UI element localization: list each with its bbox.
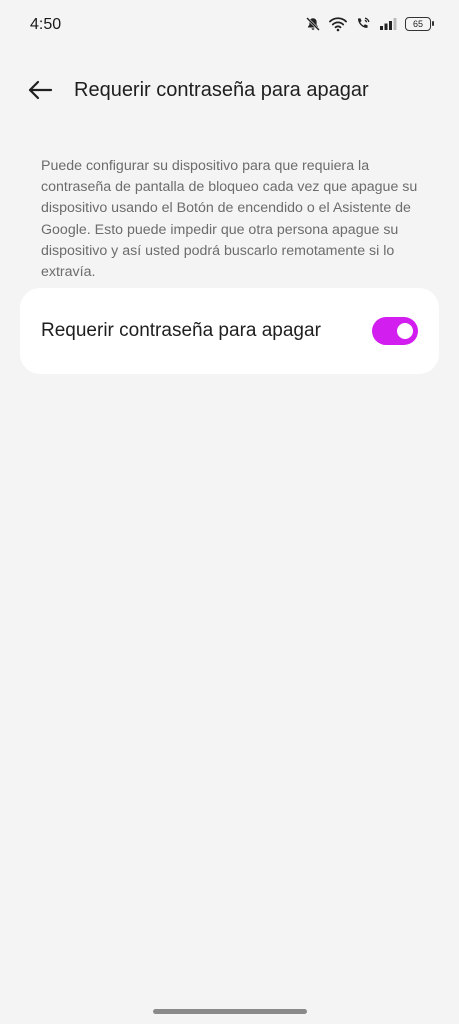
wifi-icon [329, 16, 347, 32]
back-button[interactable] [24, 76, 56, 104]
bell-off-icon [305, 16, 321, 32]
require-password-setting[interactable]: Requerir contraseña para apagar [20, 288, 439, 374]
page-title: Requerir contraseña para apagar [74, 79, 369, 101]
battery-level: 65 [412, 18, 423, 29]
require-password-toggle[interactable] [372, 317, 418, 345]
arrow-left-icon [28, 80, 53, 100]
status-bar: 4:50 65 [0, 0, 459, 52]
status-icons: 65 [305, 16, 434, 32]
toggle-knob [397, 323, 413, 339]
signal-icon [379, 17, 397, 31]
status-time: 4:50 [30, 16, 62, 33]
setting-label: Requerir contraseña para apagar [41, 320, 321, 341]
battery-icon: 65 [405, 17, 434, 31]
header: Requerir contraseña para apagar [0, 70, 459, 110]
home-indicator[interactable] [153, 1009, 307, 1014]
wifi-calling-icon [355, 16, 371, 32]
description-text: Puede configurar su dispositivo para que… [41, 158, 418, 281]
